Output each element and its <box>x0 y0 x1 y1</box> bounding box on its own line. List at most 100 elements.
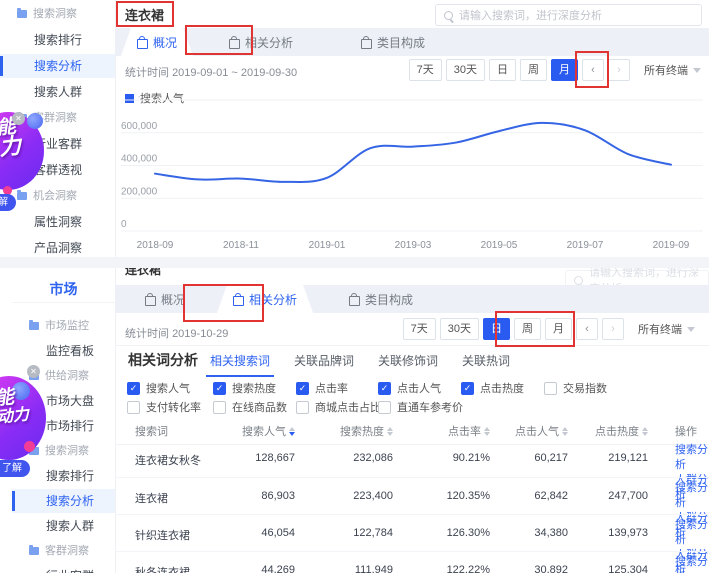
cell-value: 247,700 <box>548 490 648 502</box>
column-header-6[interactable]: 操作 <box>675 423 697 439</box>
svg-text:2019-03: 2019-03 <box>395 240 432 251</box>
checkbox-label: 搜索人气 <box>146 380 190 396</box>
metric-checkbox[interactable]: ✓ 搜索人气 <box>127 380 190 396</box>
metric-checkbox[interactable]: ✓点击率 <box>296 380 348 396</box>
bag-icon <box>145 296 156 306</box>
cell-value: 111,949 <box>293 564 393 573</box>
search-analysis-link[interactable]: 搜索分析 <box>675 481 709 511</box>
next-arrow-button[interactable]: › <box>602 318 624 340</box>
checkbox-checked-icon[interactable]: ✓ <box>461 382 474 395</box>
range-button-4[interactable]: 月 <box>545 318 572 340</box>
bag-icon <box>361 39 372 49</box>
sidebar-section-9[interactable]: 客群洞察 <box>12 539 115 563</box>
sidebar-item-2[interactable]: 搜索分析 <box>0 54 115 78</box>
close-icon[interactable]: ✕ <box>27 365 40 378</box>
folder-icon <box>29 547 39 555</box>
word-tab-0[interactable]: 相关搜索词 <box>210 352 270 377</box>
checkbox-checked-icon[interactable]: ✓ <box>378 382 391 395</box>
checkbox-unchecked-icon[interactable] <box>127 401 140 414</box>
sidebar-item-8[interactable]: 搜索人群 <box>12 514 115 538</box>
column-header-0[interactable]: 搜索词 <box>135 423 168 439</box>
top-tab-1[interactable]: 相关分析 <box>213 28 309 56</box>
sidebar-item-8[interactable]: 属性洞察 <box>0 210 115 234</box>
range-button-0[interactable]: 7天 <box>403 318 436 340</box>
terminal-dropdown[interactable]: 所有终端 <box>638 321 695 337</box>
top-tab-2[interactable]: 类目构成 <box>345 28 441 56</box>
search-input[interactable]: 请输入搜索词，进行深度分析 <box>435 4 702 26</box>
sidebar-item-label: 搜索排行 <box>46 469 94 483</box>
column-label: 点击热度 <box>595 423 639 439</box>
checkbox-label: 交易指数 <box>563 380 607 396</box>
range-button-4[interactable]: 月 <box>551 59 578 81</box>
search-icon <box>574 276 583 285</box>
sidebar-item-1[interactable]: 监控看板 <box>12 339 115 363</box>
bottom-tab-0[interactable]: 概况 <box>129 285 201 313</box>
sidebar-item-7[interactable]: 搜索分析 <box>12 489 115 513</box>
close-icon[interactable]: ✕ <box>12 112 25 125</box>
folder-icon <box>29 322 39 330</box>
tab-label: 概况 <box>153 34 177 51</box>
metric-checkbox[interactable]: 支付转化率 <box>127 399 201 415</box>
sidebar-item-9[interactable]: 产品洞察 <box>0 236 115 260</box>
checkbox-unchecked-icon[interactable] <box>296 401 309 414</box>
word-tab-3[interactable]: 关联热词 <box>462 352 510 377</box>
word-tab-1[interactable]: 关联品牌词 <box>294 352 354 377</box>
search-analysis-link[interactable]: 搜索分析 <box>675 518 709 548</box>
range-button-3[interactable]: 周 <box>514 318 541 340</box>
checkbox-checked-icon[interactable]: ✓ <box>296 382 309 395</box>
prev-arrow-button[interactable]: ‹ <box>576 318 598 340</box>
bottom-tab-1[interactable]: 相关分析 <box>217 285 313 313</box>
sidebar-item-label: 属性洞察 <box>34 215 82 229</box>
checkbox-label: 点击热度 <box>480 380 524 396</box>
checkbox-checked-icon[interactable]: ✓ <box>127 382 140 395</box>
checkbox-unchecked-icon[interactable] <box>378 401 391 414</box>
cell-value: 44,269 <box>195 564 295 573</box>
sidebar-section-0[interactable]: 市场监控 <box>12 314 115 338</box>
word-tabs: 相关搜索词关联品牌词关联修饰词关联热词 <box>210 352 510 377</box>
sidebar-item-3[interactable]: 搜索人群 <box>0 80 115 104</box>
top-tab-0[interactable]: 概况 <box>121 28 193 56</box>
terminal-label: 所有终端 <box>638 321 682 337</box>
metric-checkbox[interactable]: 交易指数 <box>544 380 607 396</box>
column-header-5[interactable]: 点击热度 <box>538 423 648 439</box>
sidebar-item-1[interactable]: 搜索排行 <box>0 28 115 52</box>
search-analysis-link[interactable]: 搜索分析 <box>675 555 709 573</box>
checkbox-unchecked-icon[interactable] <box>544 382 557 395</box>
checkbox-label: 支付转化率 <box>146 399 201 415</box>
svg-text:2018-11: 2018-11 <box>223 240 259 251</box>
sidebar-item-10[interactable]: 行业客群 <box>12 564 115 573</box>
checkbox-unchecked-icon[interactable] <box>213 401 226 414</box>
cell-value: 128,667 <box>195 452 295 464</box>
bottom-tabstrip: 概况相关分析类目构成 <box>115 285 709 313</box>
terminal-dropdown[interactable]: 所有终端 <box>644 62 701 78</box>
column-header-2[interactable]: 搜索热度 <box>283 423 393 439</box>
metric-checkbox[interactable]: ✓ 点击热度 <box>461 380 524 396</box>
prev-arrow-button[interactable]: ‹ <box>582 59 604 81</box>
range-button-2[interactable]: 日 <box>489 59 516 81</box>
sidebar-item-label: 搜索分析 <box>34 59 82 73</box>
range-button-1[interactable]: 30天 <box>446 59 485 81</box>
bag-icon <box>233 296 244 306</box>
metric-checkbox[interactable]: ✓点击人气 <box>378 380 441 396</box>
sort-icon[interactable] <box>642 427 648 436</box>
range-button-0[interactable]: 7天 <box>409 59 442 81</box>
metric-checkbox[interactable]: 商城点击占比 <box>296 399 381 415</box>
metric-checkbox[interactable]: 直通车参考价 <box>378 399 463 415</box>
column-header-1[interactable]: 搜索人气 <box>185 423 295 439</box>
range-button-1[interactable]: 30天 <box>440 318 479 340</box>
folder-icon <box>17 192 27 200</box>
tab-label: 类目构成 <box>377 34 425 51</box>
checkbox-checked-icon[interactable]: ✓ <box>213 382 226 395</box>
keyword-title-clipped: 连衣裙 <box>125 268 161 277</box>
sidebar-section-0[interactable]: 搜索洞察 <box>0 2 115 26</box>
bottom-tab-2[interactable]: 类目构成 <box>333 285 429 313</box>
metric-checkbox[interactable]: 在线商品数 <box>213 399 287 415</box>
promo-cta-button[interactable]: 了解 <box>0 460 30 477</box>
search-analysis-link[interactable]: 搜索分析 <box>675 443 709 473</box>
trend-chart: 800,000600,000400,000200,00002018-092018… <box>115 96 709 256</box>
metric-checkbox[interactable]: ✓搜索热度 <box>213 380 276 396</box>
next-arrow-button[interactable]: › <box>608 59 630 81</box>
word-tab-2[interactable]: 关联修饰词 <box>378 352 438 377</box>
range-button-2[interactable]: 日 <box>483 318 510 340</box>
range-button-3[interactable]: 周 <box>520 59 547 81</box>
